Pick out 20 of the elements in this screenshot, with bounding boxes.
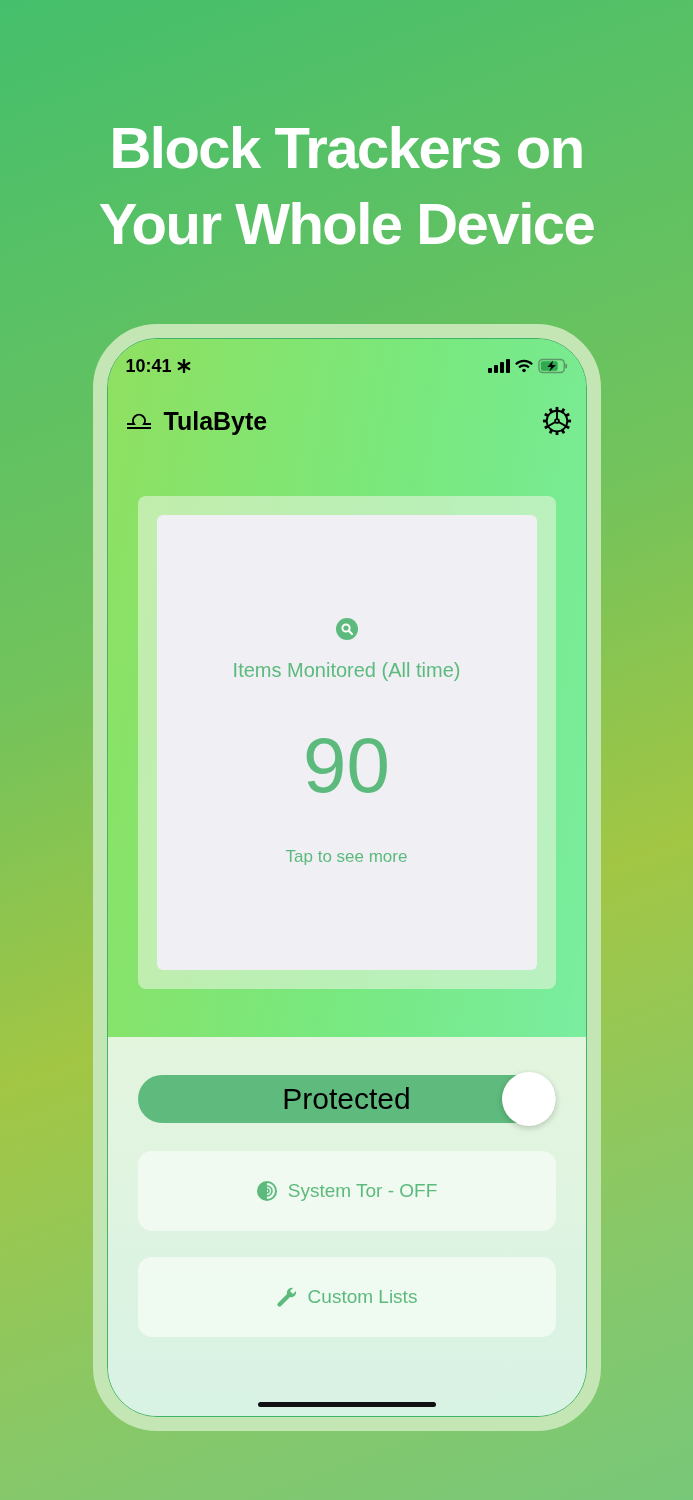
stats-value: 90	[303, 720, 390, 810]
settings-icon[interactable]	[541, 406, 572, 436]
battery-icon	[537, 358, 568, 374]
search-icon	[335, 618, 358, 640]
stats-hint: Tap to see more	[285, 847, 408, 867]
headline: Your Whole Device	[98, 190, 595, 258]
headline: Block Trackers on	[109, 114, 584, 182]
stats-label: Items Monitored (All time)	[232, 658, 461, 682]
protection-toggle[interactable]: Protected	[137, 1072, 556, 1126]
asterisk-icon	[176, 359, 191, 373]
wifi-icon	[514, 359, 533, 373]
wrench-icon	[275, 1286, 298, 1308]
signal-icon	[487, 359, 510, 373]
toggle-thumb[interactable]	[501, 1072, 556, 1126]
stats-card[interactable]: Items Monitored (All time) 90 Tap to see more	[156, 515, 537, 970]
custom-lists-button[interactable]: Custom Lists	[137, 1257, 556, 1337]
app-title: TulaByte	[163, 406, 268, 436]
onion-icon	[255, 1180, 278, 1202]
tor-button[interactable]: System Tor - OFF	[137, 1151, 556, 1231]
status-time: 10:41	[125, 355, 172, 377]
